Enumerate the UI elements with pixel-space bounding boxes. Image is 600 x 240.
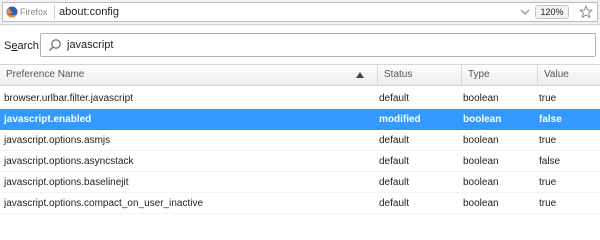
table-header: Preference Name Status Type Value bbox=[0, 64, 600, 86]
sort-ascending-icon bbox=[356, 72, 364, 78]
preference-name-cell: javascript.options.baselinejit bbox=[4, 177, 129, 188]
table-row[interactable]: javascript.enabled modified boolean false bbox=[0, 109, 600, 130]
column-header-type[interactable]: Type bbox=[461, 65, 537, 85]
search-icon bbox=[48, 39, 61, 52]
table-row[interactable]: browser.urlbar.filter.javascript default b… bbox=[0, 88, 600, 109]
type-cell: boolean bbox=[463, 156, 499, 167]
value-cell: true bbox=[539, 177, 557, 188]
value-cell: false bbox=[539, 156, 561, 167]
preference-name-cell: javascript.options.asmjs bbox=[4, 135, 111, 146]
status-cell: default bbox=[379, 177, 410, 188]
type-cell: boolean bbox=[463, 198, 499, 209]
value-cell: true bbox=[539, 93, 557, 104]
column-header-preference-name[interactable]: Preference Name bbox=[0, 65, 377, 85]
identity-brand-label: Firefox bbox=[20, 7, 48, 17]
table-row[interactable]: javascript.options.compact_on_user_inact… bbox=[0, 193, 600, 214]
search-label: Search: bbox=[4, 40, 42, 52]
type-cell: boolean bbox=[463, 177, 499, 188]
status-cell: default bbox=[379, 156, 410, 167]
column-header-value[interactable]: Value bbox=[537, 65, 600, 85]
identity-divider bbox=[54, 5, 55, 19]
value-cell: false bbox=[539, 114, 562, 125]
status-cell: default bbox=[379, 198, 410, 209]
preference-name-cell: javascript.options.asyncstack bbox=[4, 156, 134, 167]
preference-name-cell: browser.urlbar.filter.javascript bbox=[4, 93, 133, 104]
type-cell: boolean bbox=[463, 114, 502, 125]
history-dropdown-icon[interactable] bbox=[520, 8, 530, 16]
preference-name-cell: javascript.options.compact_on_user_inact… bbox=[4, 198, 203, 209]
type-cell: boolean bbox=[463, 93, 499, 104]
url-text[interactable]: about:config bbox=[59, 5, 119, 19]
preference-name-cell: javascript.enabled bbox=[4, 114, 92, 125]
status-cell: modified bbox=[379, 114, 421, 125]
bookmark-star-icon[interactable] bbox=[579, 5, 593, 19]
table-row[interactable]: javascript.options.asyncstack default bool… bbox=[0, 151, 600, 172]
column-header-status[interactable]: Status bbox=[377, 65, 461, 85]
table-row[interactable]: javascript.options.asmjs default boolean tr… bbox=[0, 130, 600, 151]
zoom-indicator-button[interactable]: 120% bbox=[535, 5, 569, 19]
type-cell: boolean bbox=[463, 135, 499, 146]
table-row[interactable]: javascript.options.baselinejit default boo… bbox=[0, 172, 600, 193]
url-bar: Firefox about:config 120% bbox=[0, 0, 600, 25]
address-field[interactable]: Firefox about:config 120% bbox=[2, 2, 598, 22]
search-input[interactable]: javascript bbox=[40, 33, 596, 57]
status-cell: default bbox=[379, 93, 410, 104]
search-value: javascript bbox=[67, 39, 114, 51]
firefox-logo-icon bbox=[6, 6, 18, 18]
value-cell: true bbox=[539, 135, 557, 146]
value-cell: true bbox=[539, 198, 557, 209]
status-cell: default bbox=[379, 135, 410, 146]
